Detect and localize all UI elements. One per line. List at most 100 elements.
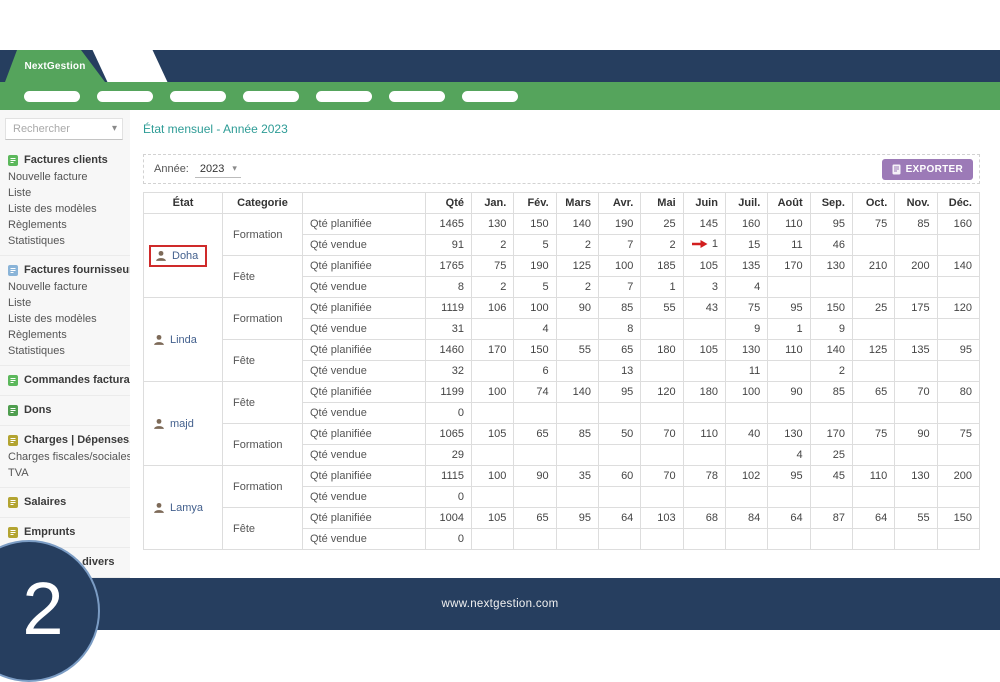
month-value-cell	[936, 444, 981, 466]
nav-menu-pill[interactable]	[243, 91, 299, 102]
qty-total-cell: 0	[425, 486, 472, 508]
chevron-down-icon: ▾	[232, 163, 237, 173]
metric-label-cell: Qté planifiée	[302, 507, 426, 529]
column-header: Nov.	[894, 192, 938, 214]
sidebar-item[interactable]: TVA	[8, 465, 122, 481]
sidebar-section-title[interactable]: Salaires	[8, 493, 122, 511]
nav-menu-pill[interactable]	[389, 91, 445, 102]
nav-menu-pill[interactable]	[462, 91, 518, 102]
month-value-cell: 102	[724, 465, 769, 487]
file-export-icon	[892, 164, 901, 175]
sidebar-item[interactable]: Règlements	[8, 217, 122, 233]
sidebar-item[interactable]: Statistiques	[8, 233, 122, 249]
month-value-cell	[894, 402, 938, 424]
month-value-cell	[767, 486, 811, 508]
month-value-cell	[682, 444, 726, 466]
category-cell: Fête	[222, 255, 303, 298]
month-value-cell	[894, 528, 938, 550]
table-row: Doha Formation Qté planifiée 1465 130 150 140 1…	[143, 213, 981, 298]
column-header: Categorie	[222, 192, 303, 214]
month-value-cell: 25	[640, 213, 684, 235]
month-value-cell: 125	[555, 255, 599, 277]
sidebar-section-title[interactable]: Factures clients	[8, 151, 122, 169]
month-value-cell: 100	[470, 381, 515, 403]
sidebar-section-title[interactable]: Factures fournisseur	[8, 261, 130, 279]
qty-total-cell: 1119	[425, 297, 472, 319]
footer-bar: www.nextgestion.com	[0, 578, 1000, 630]
month-value-cell: 95	[767, 297, 811, 319]
person-cell-highlighted[interactable]: Doha	[149, 244, 208, 267]
sidebar-item[interactable]: Liste des modèles	[8, 201, 122, 217]
month-value-cell: 75	[470, 255, 515, 277]
month-value-cell	[936, 234, 981, 256]
year-select[interactable]: 2023 ▾	[194, 161, 241, 178]
month-value-cell: 100	[513, 297, 557, 319]
month-value-cell	[851, 318, 896, 340]
month-value-cell: 9	[809, 318, 853, 340]
month-value-cell: 5	[513, 234, 557, 256]
nav-menu-pill[interactable]	[170, 91, 226, 102]
search-select[interactable]: ▾	[5, 118, 123, 140]
month-value-cell: 25	[851, 297, 896, 319]
month-value-cell	[936, 486, 981, 508]
sidebar-menu: Factures clients Nouvelle facture Liste Lis…	[0, 146, 130, 578]
nav-menu-pill[interactable]	[316, 91, 372, 102]
column-header: Juin	[682, 192, 726, 214]
sidebar-item[interactable]: Règlements	[8, 327, 122, 343]
month-value-cell	[894, 360, 938, 382]
month-value-cell: 190	[597, 213, 642, 235]
month-value-cell: 75	[851, 213, 896, 235]
sidebar-item[interactable]: Liste	[8, 185, 122, 201]
month-value-cell: 160	[936, 213, 981, 235]
sidebar-item[interactable]: Statistiques	[8, 343, 122, 359]
qty-total-cell: 1765	[425, 255, 472, 277]
nav-menu-pill[interactable]	[24, 91, 80, 102]
year-value: 2023	[199, 162, 225, 175]
sidebar-item[interactable]: Nouvelle facture	[8, 169, 122, 185]
brand-logo-tab[interactable]: NextGestion	[5, 50, 105, 82]
person-cell[interactable]: Linda	[149, 331, 204, 349]
metric-label-cell: Qté planifiée	[302, 297, 426, 319]
sidebar-item[interactable]: Liste des modèles	[8, 311, 122, 327]
column-header: Mars	[555, 192, 599, 214]
month-value-cell: 200	[936, 465, 981, 487]
month-value-cell: 100	[597, 255, 642, 277]
search-input[interactable]	[6, 119, 122, 139]
month-value-cell: 170	[470, 339, 515, 361]
month-value-cell: 5	[513, 276, 557, 298]
category-cell: Formation	[222, 297, 303, 340]
month-value-cell	[851, 528, 896, 550]
person-cell[interactable]: Lamya	[149, 499, 210, 517]
month-value-cell	[597, 486, 642, 508]
sidebar-section-title[interactable]: Emprunts	[8, 523, 122, 541]
month-value-cell	[936, 528, 981, 550]
sidebar-section-title[interactable]: Commandes factura...	[8, 371, 130, 389]
sidebar-item[interactable]: Liste	[8, 295, 122, 311]
sidebar-item[interactable]: Charges fiscales/sociales	[8, 449, 130, 465]
month-value-cell: 120	[936, 297, 981, 319]
month-value-cell	[851, 234, 896, 256]
sidebar-section-title[interactable]: Charges | Dépenses...	[8, 431, 130, 449]
nav-menu-pill[interactable]	[97, 91, 153, 102]
month-value-cell: 9	[724, 318, 769, 340]
table-header-row: État Categorie Qté Jan. Fév. Mars Avr. Mai Juin J…	[143, 192, 981, 214]
table-row: Fête Qté planifiée 1765 75 190 125 100 185 105 13…	[144, 255, 981, 298]
column-header: État	[143, 192, 223, 214]
sidebar-item[interactable]: Nouvelle facture	[8, 279, 122, 295]
month-value-cell: 130	[894, 465, 938, 487]
column-header: Avr.	[597, 192, 642, 214]
exporter-button[interactable]: EXPORTER	[881, 158, 973, 180]
year-label: Année:	[154, 163, 189, 175]
main-content: État mensuel - Année 2023 Année: 2023 ▾ …	[130, 110, 1000, 578]
month-value-cell: 50	[597, 423, 642, 445]
category-cell: Formation	[222, 213, 303, 256]
month-value-cell	[555, 486, 599, 508]
sidebar-section-title[interactable]: Dons	[8, 401, 122, 419]
month-value-cell: 70	[640, 423, 684, 445]
report-table-body: Doha Formation Qté planifiée 1465 130 150 140 1…	[143, 213, 981, 550]
month-value-cell: 135	[894, 339, 938, 361]
metric-label-cell: Qté vendue	[302, 402, 426, 424]
category-cell: Formation	[222, 423, 303, 466]
person-cell[interactable]: majd	[149, 415, 201, 433]
metric-label-cell: Qté vendue	[302, 276, 426, 298]
